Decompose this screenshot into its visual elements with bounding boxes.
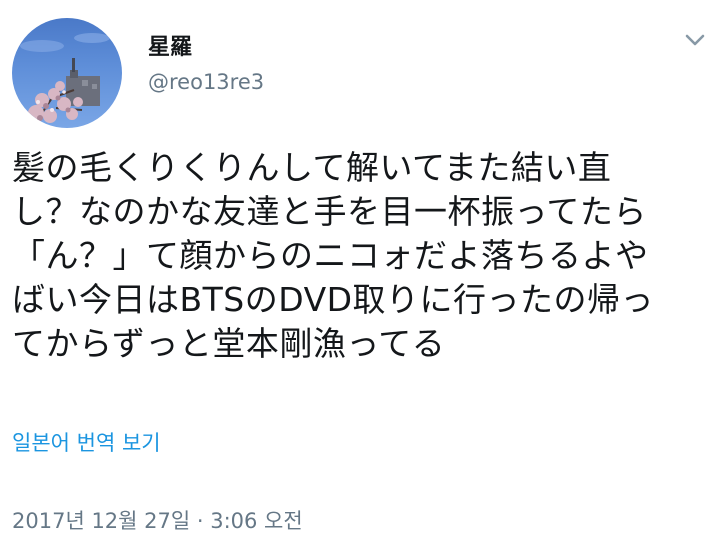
tweet-card: 星羅 @reo13re3 髪の毛くりくりんして解いてまた結い直 し？なのかな友達…	[0, 0, 720, 550]
tweet-text-line: 髪の毛くりくりんして解いてまた結い直	[12, 148, 612, 187]
avatar[interactable]	[12, 18, 122, 128]
tweet-menu-button[interactable]	[678, 26, 712, 54]
tweet-text-line: てからずっと堂本剛漁ってる	[12, 324, 446, 363]
display-name[interactable]: 星羅	[148, 34, 264, 62]
tweet-timestamp[interactable]: 2017년 12월 27일 · 3:06 오전	[12, 506, 303, 536]
chevron-down-icon	[685, 34, 705, 46]
tweet-header: 星羅 @reo13re3	[8, 12, 712, 128]
translate-tweet-link[interactable]: 일본어 번역 보기	[12, 428, 161, 458]
tweet-text-line: し？なのかな友達と手を目一杯振ってたら	[12, 192, 647, 231]
avatar-image	[20, 33, 110, 128]
tweet-text-line: 「ん？」て顔からのニコォだよ落ちるよや	[12, 236, 649, 275]
tweet-text-line: ばい今日はBTSのDVD取りに行ったの帰っ	[12, 280, 655, 319]
user-names: 星羅 @reo13re3	[148, 34, 264, 96]
tweet-text: 髪の毛くりくりんして解いてまた結い直 し？なのかな友達と手を目一杯振ってたら 「…	[12, 146, 702, 366]
user-handle[interactable]: @reo13re3	[148, 68, 264, 96]
